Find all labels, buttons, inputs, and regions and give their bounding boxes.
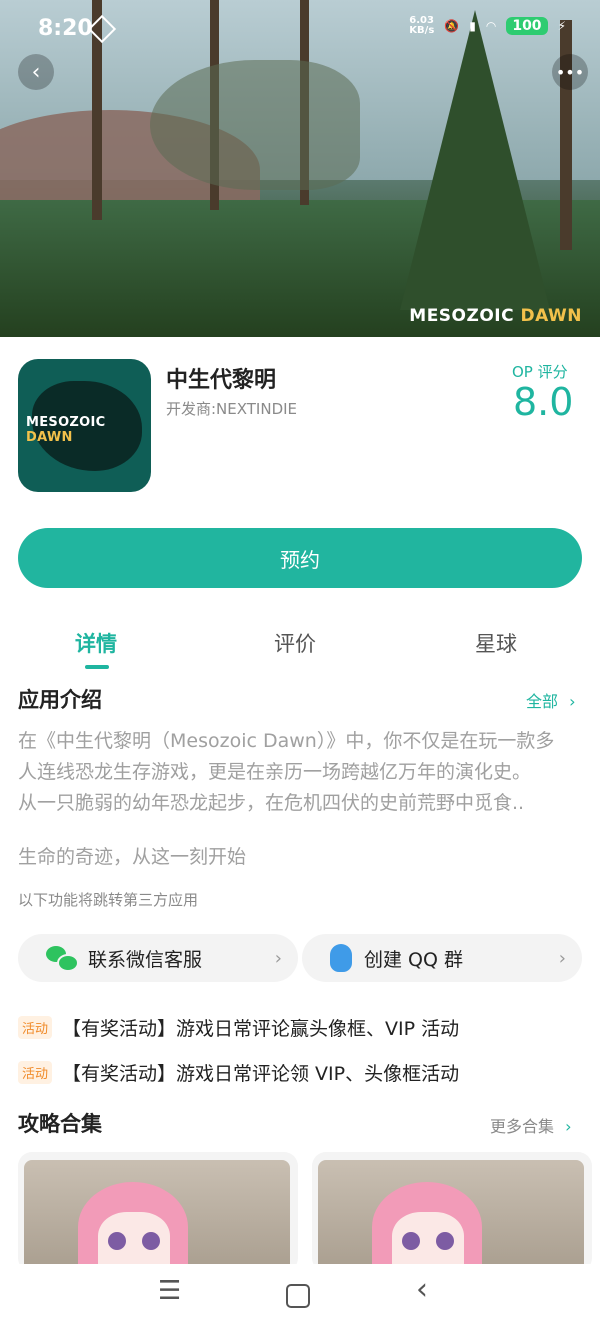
wifi-icon: ◠: [485, 19, 497, 33]
chevron-right-icon: ›: [569, 692, 576, 711]
third-party-note: 以下功能将跳转第三方应用: [18, 891, 199, 909]
status-right: 6.03 KB/s 🔕 ▮ ◠ 100 ⚡: [409, 16, 566, 36]
intro-all-label: 全部: [526, 692, 559, 711]
chevron-right-icon: ›: [565, 1117, 572, 1136]
chevron-right-icon: ›: [558, 947, 566, 969]
hero-watermark: MESOZOIC DAWN: [409, 306, 582, 326]
tab-indicator: [85, 665, 109, 669]
chevron-right-icon: ›: [274, 947, 282, 969]
dinosaur-silhouette: [150, 60, 360, 190]
guide-card[interactable]: [18, 1152, 298, 1272]
character-eye: [436, 1232, 454, 1250]
net-speed: 6.03 KB/s: [409, 15, 435, 36]
tab-details[interactable]: 详情: [75, 628, 117, 658]
charging-icon: ⚡: [557, 19, 566, 33]
intro-title: 应用介绍: [18, 688, 102, 712]
tab-bar: 详情 评价 星球: [0, 620, 600, 670]
battery-badge: 100: [506, 17, 548, 35]
mute-icon: 🔕: [444, 19, 460, 33]
qq-group-button[interactable]: 创建 QQ 群 ›: [302, 934, 582, 982]
menu-icon[interactable]: ☰: [158, 1276, 181, 1306]
wechat-label: 联系微信客服: [88, 948, 203, 971]
guides-title: 攻略合集: [18, 1112, 102, 1136]
intro-line: 从一只脆弱的幼年恐龙起步，在危机四伏的史前荒野中觅食..: [18, 792, 525, 814]
app-icon-logo: MESOZOIC DAWN: [26, 415, 106, 445]
nav-back-icon[interactable]: ‹: [416, 1272, 428, 1307]
home-icon[interactable]: [286, 1284, 310, 1308]
qq-label: 创建 QQ 群: [364, 948, 463, 971]
activity-badge: 活动: [18, 1061, 53, 1084]
reserve-button[interactable]: 预约: [18, 528, 582, 588]
more-icon: •••: [555, 62, 585, 82]
intro-slogan: 生命的奇迹，从这一刻开始: [18, 846, 247, 868]
guide-card[interactable]: [312, 1152, 592, 1272]
more-button[interactable]: •••: [552, 54, 588, 90]
intro-description[interactable]: 在《中生代黎明（Mesozoic Dawn）》中，你不仅是在玩一款多 人连线恐龙…: [18, 726, 586, 819]
app-name: 中生代黎明: [166, 368, 277, 393]
tab-reviews[interactable]: 评价: [274, 628, 316, 658]
developer-label[interactable]: 开发商:NEXTINDIE: [166, 398, 297, 419]
tab-planet[interactable]: 星球: [475, 628, 517, 658]
qq-icon: [330, 944, 352, 972]
app-icon: MESOZOIC DAWN: [18, 359, 151, 492]
system-nav-bar: ☰ ‹: [0, 1264, 600, 1333]
activity-item[interactable]: 活动 【有奖活动】游戏日常评论领 VIP、头像框活动: [18, 1059, 459, 1086]
score-label: OP 评分: [512, 363, 568, 381]
status-time: 8:20: [38, 16, 93, 41]
character-eye: [108, 1232, 126, 1250]
intro-all-link[interactable]: 全部 ›: [526, 688, 576, 712]
score-value: 8.0: [513, 380, 574, 424]
guides-more-label: 更多合集: [490, 1117, 555, 1136]
back-button[interactable]: ‹: [18, 54, 54, 90]
wechat-service-button[interactable]: 联系微信客服 ›: [18, 934, 298, 982]
status-bar: 8:20 6.03 KB/s 🔕 ▮ ◠ 100 ⚡: [0, 0, 600, 58]
activity-badge: 活动: [18, 1016, 53, 1039]
intro-line: 在《中生代黎明（Mesozoic Dawn）》中，你不仅是在玩一款多: [18, 730, 555, 752]
back-icon: ‹: [31, 59, 41, 85]
wechat-icon: [46, 946, 79, 972]
activity-item[interactable]: 活动 【有奖活动】游戏日常评论赢头像框、VIP 活动: [18, 1014, 459, 1041]
signal-icon: ▮: [469, 19, 476, 33]
activity-text: 【有奖活动】游戏日常评论赢头像框、VIP 活动: [62, 1018, 460, 1040]
activity-text: 【有奖活动】游戏日常评论领 VIP、头像框活动: [62, 1063, 460, 1085]
character-eye: [402, 1232, 420, 1250]
intro-line: 人连线恐龙生存游戏，更是在亲历一场跨越亿万年的演化史。: [18, 761, 532, 783]
character-eye: [142, 1232, 160, 1250]
guides-more-link[interactable]: 更多合集 ›: [490, 1113, 572, 1137]
